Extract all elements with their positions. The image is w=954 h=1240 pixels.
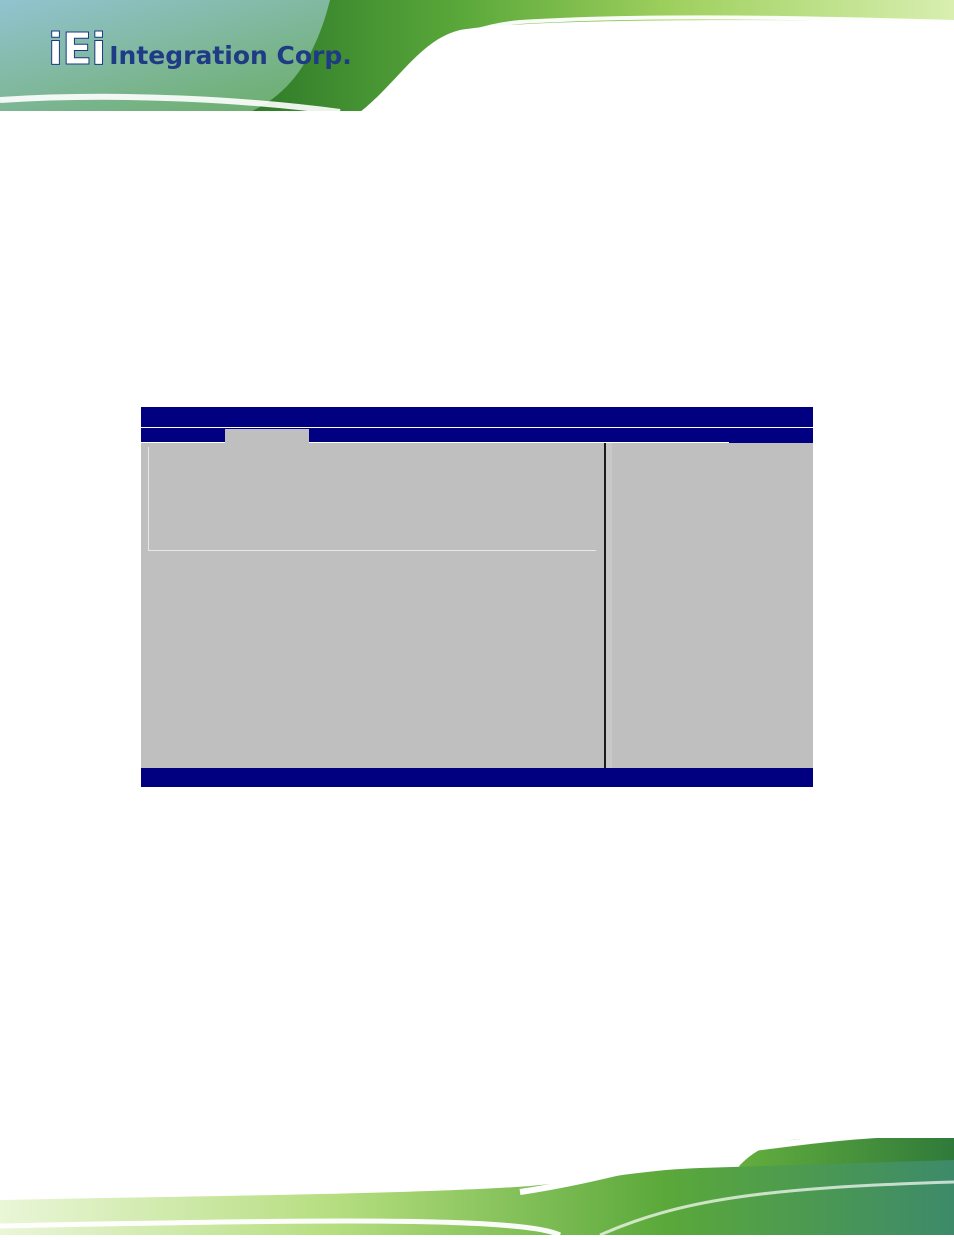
bios-status-bar	[141, 768, 813, 787]
bios-tab-6[interactable]	[561, 429, 645, 443]
bios-panel-divider	[604, 443, 612, 768]
bios-tab-4[interactable]	[393, 429, 477, 443]
bios-tab-1[interactable]	[141, 429, 225, 443]
bios-title-bar	[141, 407, 813, 427]
bios-tab-2[interactable]	[225, 429, 309, 443]
bios-tab-7[interactable]	[645, 429, 729, 443]
header-banner: iEi Integration Corp.	[0, 0, 954, 120]
company-logo: iEi Integration Corp.	[47, 24, 352, 75]
footer-banner	[0, 1130, 954, 1238]
bios-info-box	[148, 447, 596, 551]
footer-background-graphic	[0, 1131, 954, 1238]
bios-tab-5[interactable]	[477, 429, 561, 443]
bios-main-panel	[141, 443, 604, 768]
bios-tab-bar	[141, 427, 813, 443]
bios-screenshot	[141, 407, 813, 787]
bios-help-panel	[612, 443, 813, 768]
logo-mark: iEi	[47, 24, 106, 75]
bios-tab-3[interactable]	[309, 429, 393, 443]
logo-text: Integration Corp.	[109, 41, 352, 70]
